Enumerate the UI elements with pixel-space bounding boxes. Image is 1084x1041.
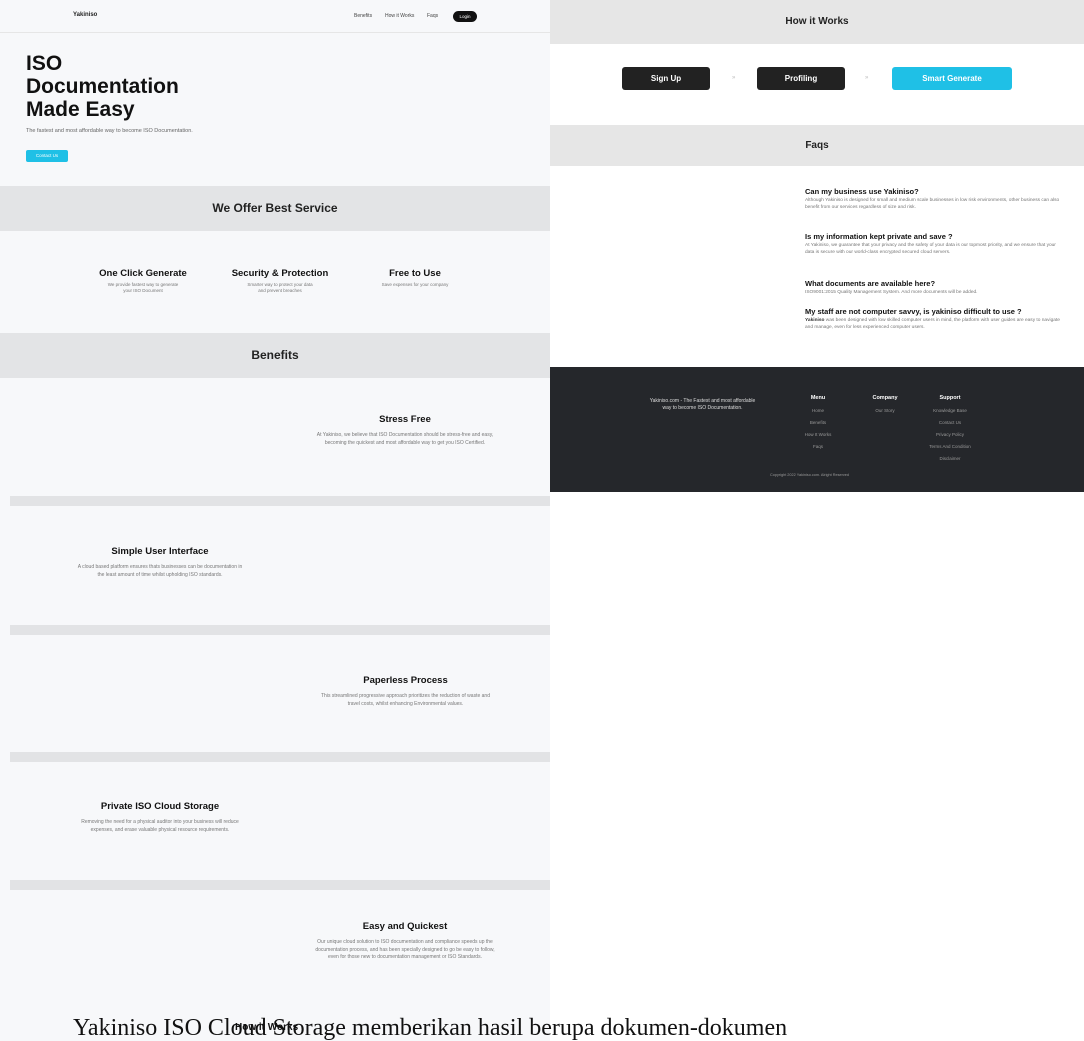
service-desc: Save expenses for your company [381, 282, 449, 287]
faq-answer: At Yakiniso, we guarantee that your priv… [805, 243, 1056, 255]
faqs-heading: Faqs [805, 140, 829, 151]
benefit-title: Stress Free [379, 414, 431, 425]
service-card: One Click Generate We provide fastest wa… [88, 268, 198, 294]
benefit-desc: This streamlined progressive approach pr… [321, 693, 490, 707]
faq-question: What documents are available here? [805, 279, 936, 288]
benefit-text: Stress Free At Yakiniso, we believe that… [315, 414, 495, 447]
benefit-title: Paperless Process [363, 675, 448, 686]
faq-answer-text: was been designed with low skilled compu… [805, 318, 1060, 330]
benefits-band: Benefits [0, 333, 550, 378]
faq-answer: Yakiniso was been designed with low skil… [805, 318, 1060, 331]
step-smart-generate[interactable]: Smart Generate [892, 67, 1012, 90]
faq-answer: Although Yakiniso is designed for small … [805, 198, 1060, 210]
nav-link-faqs[interactable]: Faqs [427, 13, 438, 19]
footer-link-faqs[interactable]: Faqs [803, 444, 833, 449]
landing-page: Yakiniso Benefits How it Works Faqs Logi… [0, 0, 550, 1041]
footer-link-benefits[interactable]: Benefits [803, 420, 833, 425]
footer-link-privacy-policy[interactable]: Privacy Policy [920, 432, 980, 437]
login-button[interactable]: Login [453, 11, 477, 22]
footer-about: Yakiniso.com - The Fastest and most affo… [649, 398, 756, 411]
footer-copyright: Copyright 2022 Yakiniso.com. Alright Res… [770, 473, 850, 477]
faq-answer-brand: Yakiniso [805, 318, 825, 323]
service-title: Free to Use [389, 268, 441, 279]
faq-answer: ISO9001:2015 Quality Management System. … [805, 290, 978, 295]
benefit-section: Paperless Process This streamlined progr… [10, 635, 550, 752]
caption-overlay-heading: How it Works [235, 1022, 299, 1033]
faq-question: My staff are not computer savvy, is yaki… [805, 307, 1022, 316]
footer-company-column: Company Our Story [865, 395, 905, 413]
benefit-section: Private ISO Cloud Storage Removing the n… [10, 762, 550, 880]
faq-item: Can my business use Yakiniso? Although Y… [805, 187, 1060, 211]
benefit-title: Simple User Interface [111, 546, 209, 557]
document-caption: Yakiniso ISO Cloud Storage memberikan ha… [73, 1015, 788, 1041]
benefit-section: Easy and Quickest Our unique cloud solut… [10, 890, 550, 1010]
benefit-desc: Removing the need for a physical auditor… [81, 819, 239, 833]
section-divider [10, 625, 550, 635]
benefit-desc: A cloud based platform ensures thats bus… [77, 564, 243, 578]
how-it-works-band: How it Works [550, 0, 1084, 44]
service-title: One Click Generate [99, 268, 187, 279]
faq-item: My staff are not computer savvy, is yaki… [805, 307, 1060, 331]
section-divider [10, 496, 550, 506]
service-desc: We provide fastest way to generate your … [107, 282, 179, 293]
faq-question: Can my business use Yakiniso? [805, 187, 919, 196]
navbar: Yakiniso Benefits How it Works Faqs Logi… [0, 0, 550, 33]
footer-support-column: Support Knowledge Base Contact Us Privac… [920, 395, 980, 461]
brand-logo[interactable]: Yakiniso [73, 12, 97, 18]
footer-link-disclaimer[interactable]: Disclaimer [920, 456, 980, 461]
step-sign-up[interactable]: Sign Up [622, 67, 710, 90]
benefit-section: Simple User Interface A cloud based plat… [10, 506, 550, 625]
landing-page-continued: How it Works Sign Up » Profiling » Smart… [550, 0, 1084, 492]
benefit-desc: At Yakiniso, we believe that ISO Documen… [316, 432, 494, 446]
nav-link-how-it-works[interactable]: How it Works [385, 13, 414, 19]
footer-link-knowledge-base[interactable]: Knowledge Base [920, 408, 980, 413]
footer-link-our-story[interactable]: Our Story [865, 408, 905, 413]
footer-link-how-it-works[interactable]: How It Works [803, 432, 833, 437]
footer-support-heading: Support [939, 395, 961, 401]
hero-title-line: Made Easy [26, 98, 135, 121]
faq-item: What documents are available here? ISO90… [805, 279, 1060, 297]
contact-us-button[interactable]: Contact Us [26, 150, 68, 162]
benefit-title: Easy and Quickest [362, 921, 448, 932]
service-desc: Smarter way to protect your data and pre… [247, 282, 313, 293]
service-title: Security & Protection [231, 268, 329, 279]
nav-link-benefits[interactable]: Benefits [354, 13, 372, 19]
benefit-text: Simple User Interface A cloud based plat… [74, 546, 246, 579]
footer-menu-heading: Menu [810, 395, 826, 401]
hero-title-line: Documentation [26, 75, 179, 98]
benefit-title: Private ISO Cloud Storage [100, 801, 220, 812]
hero-subtitle: The fastest and most affordable way to b… [26, 128, 193, 134]
benefit-text: Private ISO Cloud Storage Removing the n… [80, 801, 240, 834]
footer-company-heading: Company [872, 395, 898, 401]
services-heading: We Offer Best Service [212, 201, 338, 215]
step-profiling[interactable]: Profiling [757, 67, 845, 90]
footer-link-home[interactable]: Home [803, 408, 833, 413]
benefit-text: Easy and Quickest Our unique cloud solut… [315, 921, 495, 962]
footer-menu-column: Menu Home Benefits How It Works Faqs [803, 395, 833, 449]
section-divider [10, 752, 550, 762]
footer: Yakiniso.com - The Fastest and most affo… [550, 367, 1084, 492]
section-divider [10, 880, 550, 890]
footer-link-terms[interactable]: Terms And Condition [920, 444, 980, 449]
faq-item: Is my information kept private and save … [805, 232, 1060, 256]
arrow-icon: » [865, 75, 869, 81]
benefit-section: Stress Free At Yakiniso, we believe that… [10, 378, 550, 496]
how-it-works-heading: How it Works [785, 16, 849, 27]
benefit-desc: Our unique cloud solution to ISO documen… [315, 939, 495, 960]
hero-title: ISO Documentation Made Easy [26, 52, 306, 121]
benefits-heading: Benefits [251, 348, 299, 362]
faq-question: Is my information kept private and save … [805, 232, 953, 241]
footer-link-contact-us[interactable]: Contact Us [920, 420, 980, 425]
services-band: We Offer Best Service [0, 186, 550, 231]
hero-title-line: ISO [26, 52, 63, 75]
arrow-icon: » [732, 75, 736, 81]
benefit-text: Paperless Process This streamlined progr… [318, 675, 493, 708]
service-card: Security & Protection Smarter way to pro… [225, 268, 335, 294]
faqs-band: Faqs [550, 125, 1084, 166]
service-card: Free to Use Save expenses for your compa… [360, 268, 470, 288]
